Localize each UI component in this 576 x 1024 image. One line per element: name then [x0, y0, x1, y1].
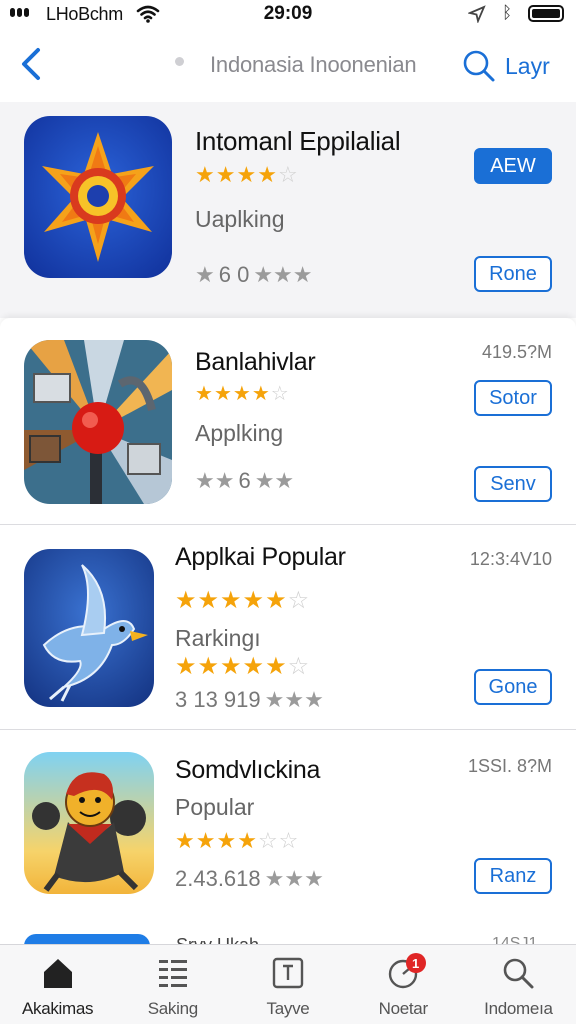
page-title: Indonasia Inoonenian [210, 52, 417, 77]
list-item[interactable]: Banlahivlar 419.5?M ★ ★ ★ ★ ☆ Applking ★★ 6 ★★… [0, 318, 576, 524]
app-name: Applkai Popular [175, 543, 346, 571]
nav-dot [175, 57, 184, 66]
star-empty-icon: ☆ [270, 383, 289, 405]
star-half-icon: ★ [257, 162, 277, 187]
rating-count: 3 13 919 ★★★ [175, 687, 324, 712]
chevron-left-icon [22, 48, 40, 80]
tab-label: Noetar [378, 999, 429, 1018]
search-label: Layr [505, 52, 550, 79]
featured-rating-stars: ★ ★ ★ ★ ☆ [195, 164, 298, 186]
app-icon [24, 549, 154, 707]
app-subtitle: Popular [175, 794, 255, 820]
location-icon [467, 5, 486, 28]
star-icon: ★ [195, 383, 213, 405]
star-icon: ★ [195, 828, 216, 853]
list-icon [155, 955, 191, 991]
star-icon: ★ [213, 383, 232, 405]
star-icon: ★ [215, 162, 236, 187]
star-icon: ★ [175, 828, 195, 853]
star-icon: ★ [175, 587, 197, 614]
tab-tayve[interactable]: Tayve [230, 945, 345, 1024]
star-empty-icon: ☆ [287, 587, 310, 614]
search-icon [463, 50, 495, 82]
star-icon: ★ [175, 653, 197, 680]
app-icon [24, 340, 172, 504]
star-empty-icon: ☆ [257, 828, 278, 853]
tab-saking[interactable]: Saking [115, 945, 230, 1024]
star-icon: ★ [242, 653, 265, 680]
app-name: Somdvlıckina [175, 756, 321, 784]
tab-indomeia[interactable]: Indomeıa [461, 945, 576, 1024]
navigation-bar: Indonasia Inoonenian Layr [0, 30, 576, 102]
featured-get-button[interactable]: AEW [474, 148, 552, 184]
featured-app-name: Intomanl Eppilalial [195, 126, 401, 156]
rating-count-text: 3 13 919 [175, 687, 261, 712]
app-subtitle: Rarkingı [175, 625, 261, 651]
tab-label: Akakimas [21, 999, 94, 1018]
star-icon: ★ [242, 587, 265, 614]
app-subtitle: Applking [195, 420, 284, 446]
app-action-button[interactable]: Ranz [474, 858, 552, 894]
list-item[interactable]: Applkai Popular 12:3:4V10 ★ ★ ★ ★ ★ ☆ Rarking… [0, 524, 576, 729]
featured-secondary-button[interactable]: Rone [474, 256, 552, 292]
tab-label: Indomeıa [484, 999, 553, 1018]
back-button[interactable] [16, 44, 48, 84]
rating-stars: ★ ★ ★ ★ ☆ [195, 384, 289, 404]
status-bar: LHoBchm 29:09 ᛒ [0, 0, 576, 30]
rating-stars-secondary: ★ ★ ★ ★ ★ ☆ [175, 655, 309, 679]
notification-badge: 1 [405, 953, 426, 973]
battery-icon [528, 5, 564, 22]
star-icon: ★ [197, 653, 220, 680]
featured-app-card[interactable]: Intomanl Eppilalial ★ ★ ★ ★ ☆ Uaplking ★ 6 0 ★… [0, 102, 576, 318]
star-empty-icon: ☆ [287, 653, 310, 680]
star-icon: ★ [197, 587, 220, 614]
app-icon [24, 752, 154, 894]
app-name: Banlahivlar [195, 348, 316, 376]
rating-count-text: 2.43.618 [175, 866, 261, 891]
app-size: 419.5?M [481, 342, 552, 362]
app-action-button[interactable]: Sotor [474, 380, 552, 416]
star-icon: ★ [232, 383, 251, 405]
star-empty-icon: ☆ [278, 828, 299, 853]
rating-count: 2.43.618 ★★★ [175, 866, 324, 891]
tab-bar: Akakimas Saking Tayve 1 Noetar Indomeıa [0, 944, 576, 1024]
tab-akakimas[interactable]: Akakimas [0, 945, 115, 1024]
list-item[interactable]: Somdvlıckina 1SSI. 8?M Popular ★ ★ ★ ★ ☆ ☆ 2.… [0, 729, 576, 915]
featured-count-text: 6 0 [218, 262, 250, 287]
star-half-icon: ★ [237, 828, 257, 853]
app-size: 12:3:4V10 [469, 549, 552, 569]
app-action-button[interactable]: Gone [474, 669, 552, 705]
app-list: Banlahivlar 419.5?M ★ ★ ★ ★ ☆ Applking ★★ 6 ★★… [0, 318, 576, 915]
app-size: 1SSI. 8?M [467, 756, 552, 776]
status-time: 29:09 [263, 3, 313, 24]
featured-app-subtitle: Uaplking [195, 206, 285, 232]
square-icon [270, 955, 306, 991]
app-secondary-button[interactable]: Senv [474, 466, 552, 502]
rating-count-text: 6 [238, 468, 251, 493]
rating-stars: ★ ★ ★ ★ ☆ ☆ [175, 830, 298, 852]
star-half-icon: ★ [251, 383, 270, 405]
tab-label: Saking [147, 999, 198, 1018]
featured-app-icon [24, 116, 172, 278]
star-icon: ★ [220, 587, 242, 614]
star-icon: ★ [216, 828, 237, 853]
star-icon: ★ [220, 653, 242, 680]
home-icon [40, 955, 76, 991]
rating-count: ★★ 6 ★★ [195, 468, 295, 493]
star-icon: ★ [195, 162, 215, 187]
star-icon: ★ [236, 162, 257, 187]
star-empty-icon: ☆ [277, 162, 298, 187]
rating-stars: ★ ★ ★ ★ ★ ☆ [175, 589, 309, 613]
search-icon [500, 955, 536, 991]
bluetooth-icon: ᛒ [502, 3, 513, 22]
star-half-icon: ★ [265, 653, 287, 680]
featured-rating-count: ★ 6 0 ★★★ [195, 262, 313, 287]
search-button[interactable]: Layr [462, 46, 562, 86]
tab-noetar[interactable]: 1 Noetar [346, 945, 461, 1024]
star-half-icon: ★ [265, 587, 287, 614]
tab-label: Tayve [266, 999, 310, 1018]
